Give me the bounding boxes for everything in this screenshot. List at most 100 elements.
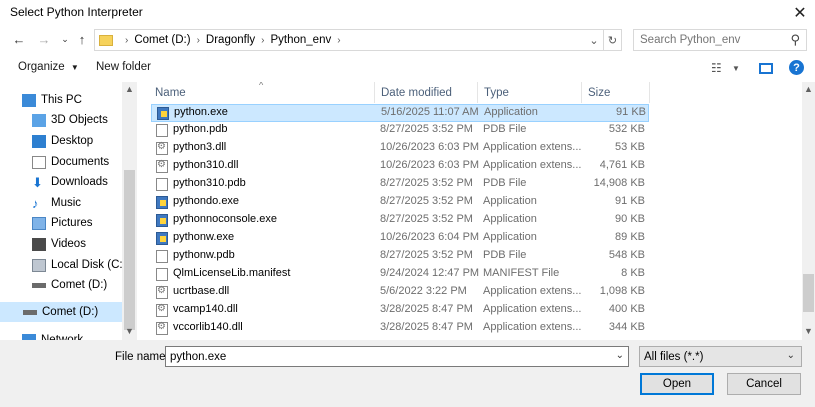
sidebar-item-local-disk[interactable]: Local Disk (C:) bbox=[32, 255, 126, 275]
help-icon[interactable]: ? bbox=[789, 60, 804, 75]
breadcrumb-separator-icon[interactable]: › bbox=[125, 35, 128, 46]
sidebar-scrollbar[interactable]: ▲ ▼ bbox=[122, 82, 137, 340]
sidebar-item-label: Local Disk (C:) bbox=[51, 259, 127, 271]
close-icon[interactable]: ✕ bbox=[785, 0, 815, 26]
file-row[interactable]: pythonnoconsole.exe 8/27/2025 3:52 PM Ap… bbox=[151, 212, 649, 230]
column-header-name[interactable]: Name bbox=[149, 82, 375, 103]
command-bar: Organize ▼ New folder ☷ ▼ ? bbox=[0, 56, 815, 82]
file-row[interactable]: QlmLicenseLib.manifest 9/24/2024 12:47 P… bbox=[151, 266, 649, 284]
sidebar-item-3d-objects[interactable]: 3D Objects bbox=[32, 110, 108, 130]
drive-icon bbox=[32, 282, 46, 288]
file-name-value[interactable]: python.exe bbox=[170, 351, 226, 363]
open-button[interactable]: Open bbox=[640, 373, 714, 395]
view-options-icon[interactable]: ☷ bbox=[711, 61, 722, 75]
sidebar-item-desktop[interactable]: Desktop bbox=[32, 131, 93, 151]
file-type: MANIFEST File bbox=[483, 267, 560, 279]
sidebar-item-label: Comet (D:) bbox=[42, 306, 99, 318]
file-type: PDB File bbox=[483, 123, 527, 135]
file-name: pythonw.pdb bbox=[173, 249, 235, 261]
file-date: 9/24/2024 12:47 PM bbox=[380, 267, 480, 279]
forward-arrow-icon[interactable]: → bbox=[35, 30, 53, 48]
file-name-field[interactable]: python.exe ⌄ bbox=[165, 346, 629, 367]
chevron-down-icon[interactable]: ⌄ bbox=[787, 350, 795, 361]
sidebar-item-this-pc[interactable]: This PC bbox=[22, 90, 82, 110]
breadcrumb-dragonfly[interactable]: Dragonfly bbox=[206, 34, 255, 46]
column-header-type[interactable]: Type bbox=[478, 82, 582, 103]
file-row[interactable]: vcamp140.dll 3/28/2025 8:47 PM Applicati… bbox=[151, 302, 649, 320]
search-input[interactable] bbox=[640, 34, 780, 46]
file-row[interactable]: python.exe 5/16/2025 11:07 AM Applicatio… bbox=[151, 104, 649, 122]
sidebar-item-comet[interactable]: Comet (D:) bbox=[32, 275, 107, 295]
file-list-scroll-thumb[interactable] bbox=[803, 274, 814, 312]
file-size: 4,761 KB bbox=[599, 159, 645, 171]
breadcrumb-comet[interactable]: Comet (D:) bbox=[134, 34, 190, 46]
file-row[interactable]: python310.pdb 8/27/2025 3:52 PM PDB File… bbox=[151, 176, 649, 194]
scroll-up-arrow-icon[interactable]: ▲ bbox=[803, 84, 814, 94]
dll-gear-icon bbox=[156, 141, 168, 155]
sidebar-item-label: Desktop bbox=[51, 135, 94, 147]
folder-icon bbox=[99, 34, 113, 46]
file-date: 10/26/2023 6:03 PM bbox=[380, 141, 480, 153]
file-type: PDB File bbox=[483, 249, 527, 261]
preview-pane-icon[interactable] bbox=[759, 63, 773, 74]
file-type-filter[interactable]: All files (*.*) ⌄ bbox=[639, 346, 802, 367]
file-date: 3/28/2025 8:47 PM bbox=[380, 321, 473, 333]
search-icon[interactable]: ⚲ bbox=[790, 32, 800, 48]
search-box[interactable]: ⚲ bbox=[633, 29, 807, 51]
download-arrow-icon: ⬇ bbox=[32, 174, 43, 190]
file-name: QlmLicenseLib.manifest bbox=[173, 267, 291, 279]
refresh-icon[interactable]: ↻ bbox=[603, 30, 621, 50]
sidebar-item-documents[interactable]: Documents bbox=[32, 152, 109, 172]
file-row[interactable]: vccorlib140.dll 3/28/2025 8:47 PM Applic… bbox=[151, 320, 649, 338]
file-type-filter-value: All files (*.*) bbox=[644, 350, 704, 363]
recent-locations-chevron-icon[interactable]: ⌄ bbox=[56, 30, 74, 48]
file-row[interactable]: python3.dll 10/26/2023 6:03 PM Applicati… bbox=[151, 140, 649, 158]
dll-gear-icon bbox=[156, 303, 168, 317]
sidebar-item-videos[interactable]: Videos bbox=[32, 234, 86, 254]
sidebar-item-music[interactable]: ♪ Music bbox=[32, 193, 81, 213]
sidebar-item-label: Videos bbox=[51, 238, 86, 250]
organize-button[interactable]: Organize ▼ bbox=[18, 61, 79, 73]
sidebar-item-label: Music bbox=[51, 197, 82, 209]
file-name: pythonnoconsole.exe bbox=[173, 213, 277, 225]
dll-gear-icon bbox=[156, 321, 168, 335]
scroll-down-arrow-icon[interactable]: ▼ bbox=[803, 326, 814, 336]
cancel-button[interactable]: Cancel bbox=[727, 373, 801, 395]
column-header-size[interactable]: Size bbox=[582, 82, 650, 103]
file-row[interactable]: pythondo.exe 8/27/2025 3:52 PM Applicati… bbox=[151, 194, 649, 212]
file-row[interactable]: ucrtbase.dll 5/6/2022 3:22 PM Applicatio… bbox=[151, 284, 649, 302]
file-icon bbox=[156, 250, 168, 263]
file-row[interactable]: python.pdb 8/27/2025 3:52 PM PDB File 53… bbox=[151, 122, 649, 140]
file-date: 5/6/2022 3:22 PM bbox=[380, 285, 467, 297]
chevron-down-icon[interactable]: ⌄ bbox=[616, 350, 624, 361]
scroll-up-arrow-icon[interactable]: ▲ bbox=[124, 84, 135, 94]
sidebar-scroll-thumb[interactable] bbox=[124, 170, 135, 330]
address-bar[interactable]: › Comet (D:) › Dragonfly › Python_env › … bbox=[94, 29, 622, 51]
address-dropdown-icon[interactable]: ⌄ bbox=[585, 30, 603, 50]
column-header-date[interactable]: Date modified bbox=[375, 82, 478, 103]
file-row[interactable]: python310.dll 10/26/2023 6:03 PM Applica… bbox=[151, 158, 649, 176]
view-dropdown-icon[interactable]: ▼ bbox=[732, 64, 740, 73]
window-title: Select Python Interpreter bbox=[10, 5, 143, 19]
sidebar-item-downloads[interactable]: ⬇ Downloads bbox=[32, 172, 108, 192]
file-list-scrollbar[interactable]: ▲ ▼ bbox=[802, 82, 815, 340]
sidebar-item-comet-selected[interactable]: Comet (D:) bbox=[0, 302, 122, 322]
file-row[interactable]: pythonw.exe 10/26/2023 6:04 PM Applicati… bbox=[151, 230, 649, 248]
breadcrumb-python-env[interactable]: Python_env bbox=[270, 34, 331, 46]
back-arrow-icon[interactable]: ← bbox=[10, 30, 28, 48]
file-row[interactable]: pythonw.pdb 8/27/2025 3:52 PM PDB File 5… bbox=[151, 248, 649, 266]
file-icon bbox=[156, 124, 168, 137]
new-folder-button[interactable]: New folder bbox=[96, 61, 151, 73]
dll-gear-icon bbox=[156, 285, 168, 299]
sidebar-item-label: Downloads bbox=[51, 176, 108, 188]
sidebar-item-pictures[interactable]: Pictures bbox=[32, 213, 93, 233]
file-name: python310.pdb bbox=[173, 177, 246, 189]
breadcrumb-separator-icon[interactable]: › bbox=[261, 35, 264, 46]
breadcrumb-separator-icon[interactable]: › bbox=[197, 35, 200, 46]
scroll-down-arrow-icon[interactable]: ▼ bbox=[124, 326, 135, 336]
file-name: vccorlib140.dll bbox=[173, 321, 243, 333]
file-size: 1,098 KB bbox=[599, 285, 645, 297]
up-arrow-icon[interactable]: ↑ bbox=[73, 30, 91, 48]
breadcrumb-separator-icon[interactable]: › bbox=[337, 35, 340, 46]
file-name: python.pdb bbox=[173, 123, 228, 135]
